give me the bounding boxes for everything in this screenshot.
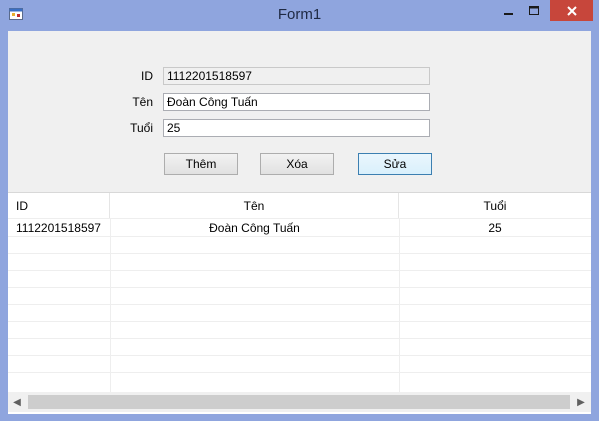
form-client-area: ID 1112201518597 Tên Đoàn Công Tuấn Tuổi… [8, 31, 591, 414]
column-header-ten[interactable]: Tên [110, 193, 399, 218]
title-bar[interactable]: Form1 [0, 0, 599, 31]
scrollbar-thumb[interactable] [28, 395, 570, 409]
cell-id[interactable]: 1112201518597 [16, 221, 101, 235]
grid-row-divider [8, 304, 591, 305]
close-icon [566, 5, 577, 16]
minimize-button[interactable] [494, 0, 524, 21]
id-label: ID [141, 69, 153, 83]
horizontal-scrollbar[interactable]: ◀ ▶ [8, 392, 591, 412]
grid-row-divider [8, 270, 591, 271]
grid-column-divider [110, 218, 111, 393]
form1-window: Form1 ID 1112201518597 Tên Đoàn Công Tuấ… [0, 0, 599, 421]
tuoi-label: Tuổi [130, 121, 153, 135]
cell-ten[interactable]: Đoàn Công Tuấn [110, 221, 399, 235]
scroll-right-icon[interactable]: ▶ [574, 395, 588, 409]
tuoi-field[interactable]: 25 [163, 119, 430, 137]
grid-row-divider [8, 287, 591, 288]
grid-row-divider [8, 253, 591, 254]
maximize-icon [529, 5, 539, 15]
ten-field[interactable]: Đoàn Công Tuấn [163, 93, 430, 111]
sua-button[interactable]: Sửa [358, 153, 432, 175]
grid-row-divider [8, 218, 591, 219]
maximize-button[interactable] [521, 0, 548, 21]
data-grid[interactable]: ID Tên Tuổi 1112201518597 Đoàn Công Tuấn… [8, 192, 591, 414]
grid-row-divider [8, 321, 591, 322]
id-field[interactable]: 1112201518597 [163, 67, 430, 85]
grid-row-divider [8, 236, 591, 237]
ten-label: Tên [132, 95, 153, 109]
close-button[interactable] [550, 0, 593, 21]
column-header-id[interactable]: ID [8, 193, 110, 218]
minimize-icon [504, 12, 513, 15]
xoa-button[interactable]: Xóa [260, 153, 334, 175]
them-button[interactable]: Thêm [164, 153, 238, 175]
grid-row-divider [8, 338, 591, 339]
cell-tuoi[interactable]: 25 [399, 221, 591, 235]
column-header-tuoi[interactable]: Tuổi [399, 193, 591, 218]
grid-row-divider [8, 372, 591, 373]
grid-row-divider [8, 355, 591, 356]
grid-column-divider [399, 218, 400, 393]
scroll-left-icon[interactable]: ◀ [10, 395, 24, 409]
